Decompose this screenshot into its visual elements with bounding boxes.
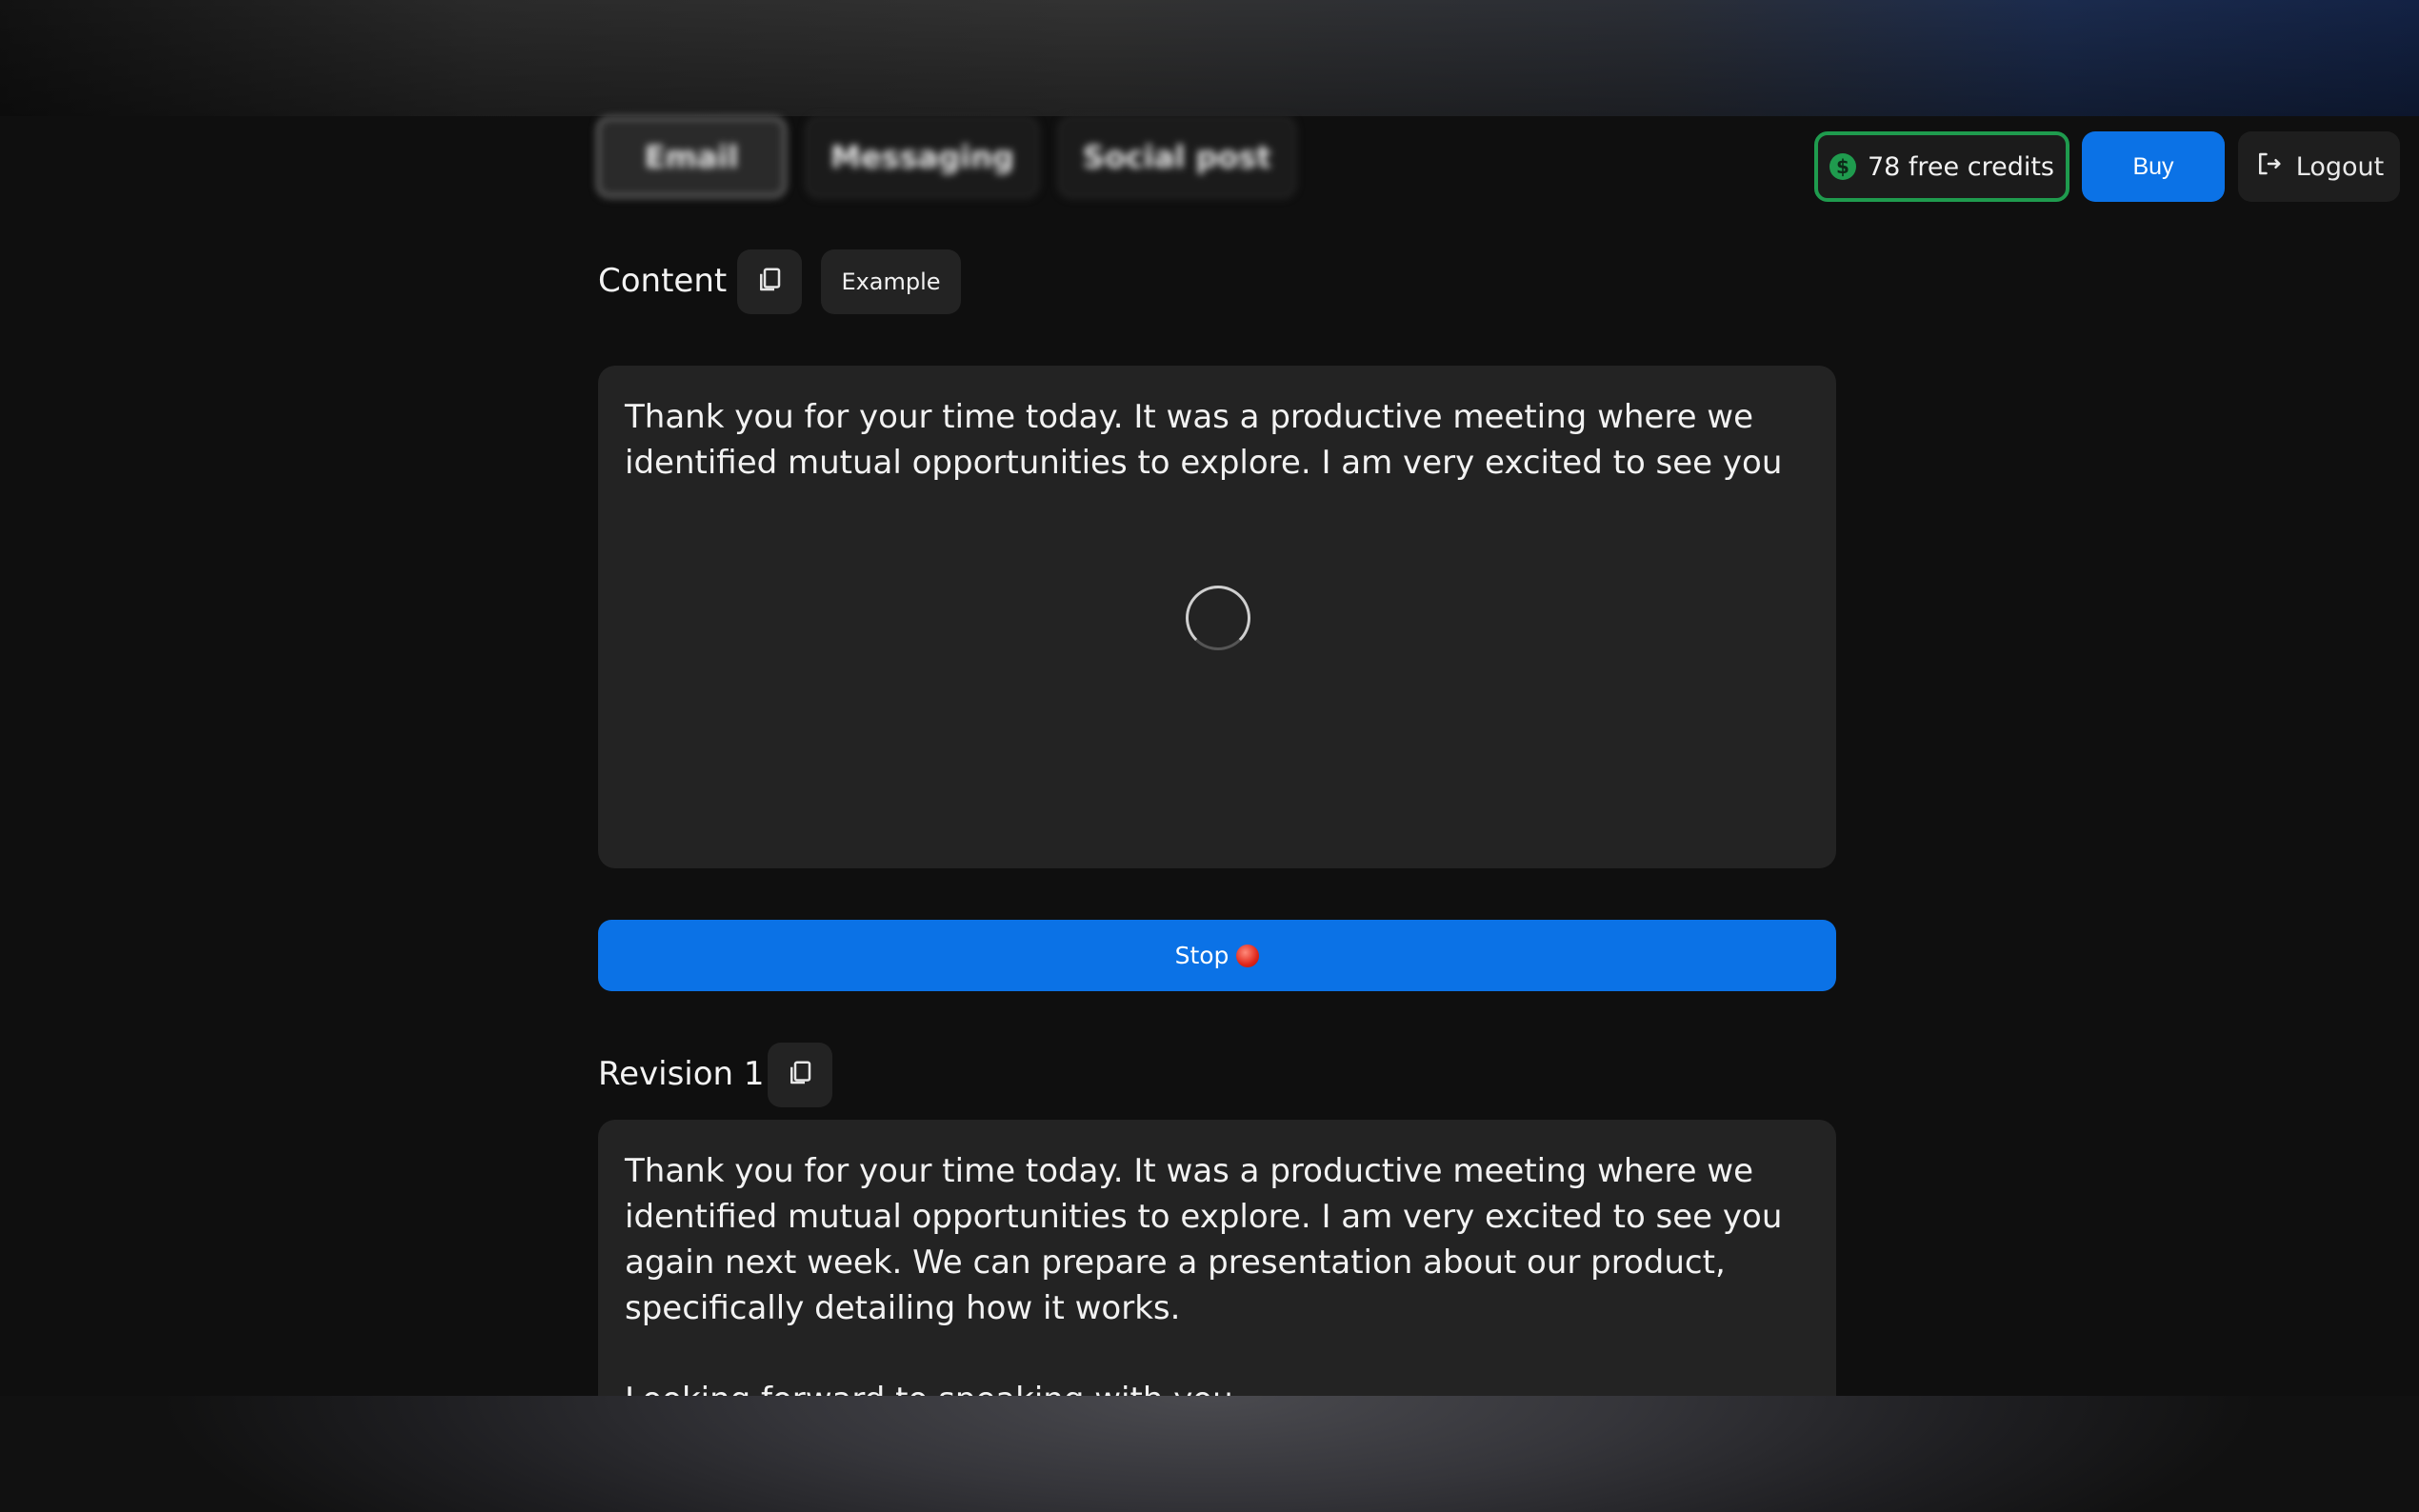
logout-icon: [2254, 149, 2283, 185]
content-copy-button[interactable]: [737, 249, 802, 314]
tab-social-post[interactable]: Social post: [1057, 116, 1296, 198]
dollar-circle-icon: $: [1829, 153, 1856, 180]
loading-spinner-icon: [1186, 586, 1250, 650]
revision-title: Revision 1: [598, 1055, 765, 1093]
bottom-gradient-band: [0, 1396, 2419, 1512]
logout-label: Logout: [2295, 151, 2385, 182]
copy-icon: [786, 1059, 814, 1091]
top-gradient-fade: [0, 0, 2419, 116]
revision-text: Thank you for your time today. It was a …: [625, 1152, 1783, 1419]
tab-email[interactable]: Email: [596, 116, 787, 198]
copy-icon: [755, 266, 784, 298]
tab-messaging-label: Messaging: [830, 139, 1014, 175]
content-type-tabs: Email Messaging Social post: [596, 116, 1296, 200]
content-text: Thank you for your time today. It was a …: [625, 398, 1783, 482]
stop-label: Stop: [1174, 942, 1229, 969]
content-title: Content: [598, 262, 728, 300]
stop-button[interactable]: Stop: [598, 920, 1836, 991]
buy-button[interactable]: Buy: [2082, 131, 2225, 202]
example-button[interactable]: Example: [821, 249, 961, 314]
tab-social-post-label: Social post: [1082, 139, 1271, 175]
credits-label: 78 free credits: [1867, 151, 2054, 182]
tab-email-label: Email: [644, 139, 739, 175]
tab-messaging[interactable]: Messaging: [806, 116, 1039, 198]
revision-copy-button[interactable]: [768, 1043, 832, 1107]
red-circle-icon: [1236, 944, 1260, 967]
credits-badge[interactable]: $ 78 free credits: [1814, 131, 2069, 202]
revision-text-area[interactable]: Thank you for your time today. It was a …: [598, 1120, 1836, 1434]
logout-button[interactable]: Logout: [2238, 131, 2400, 202]
